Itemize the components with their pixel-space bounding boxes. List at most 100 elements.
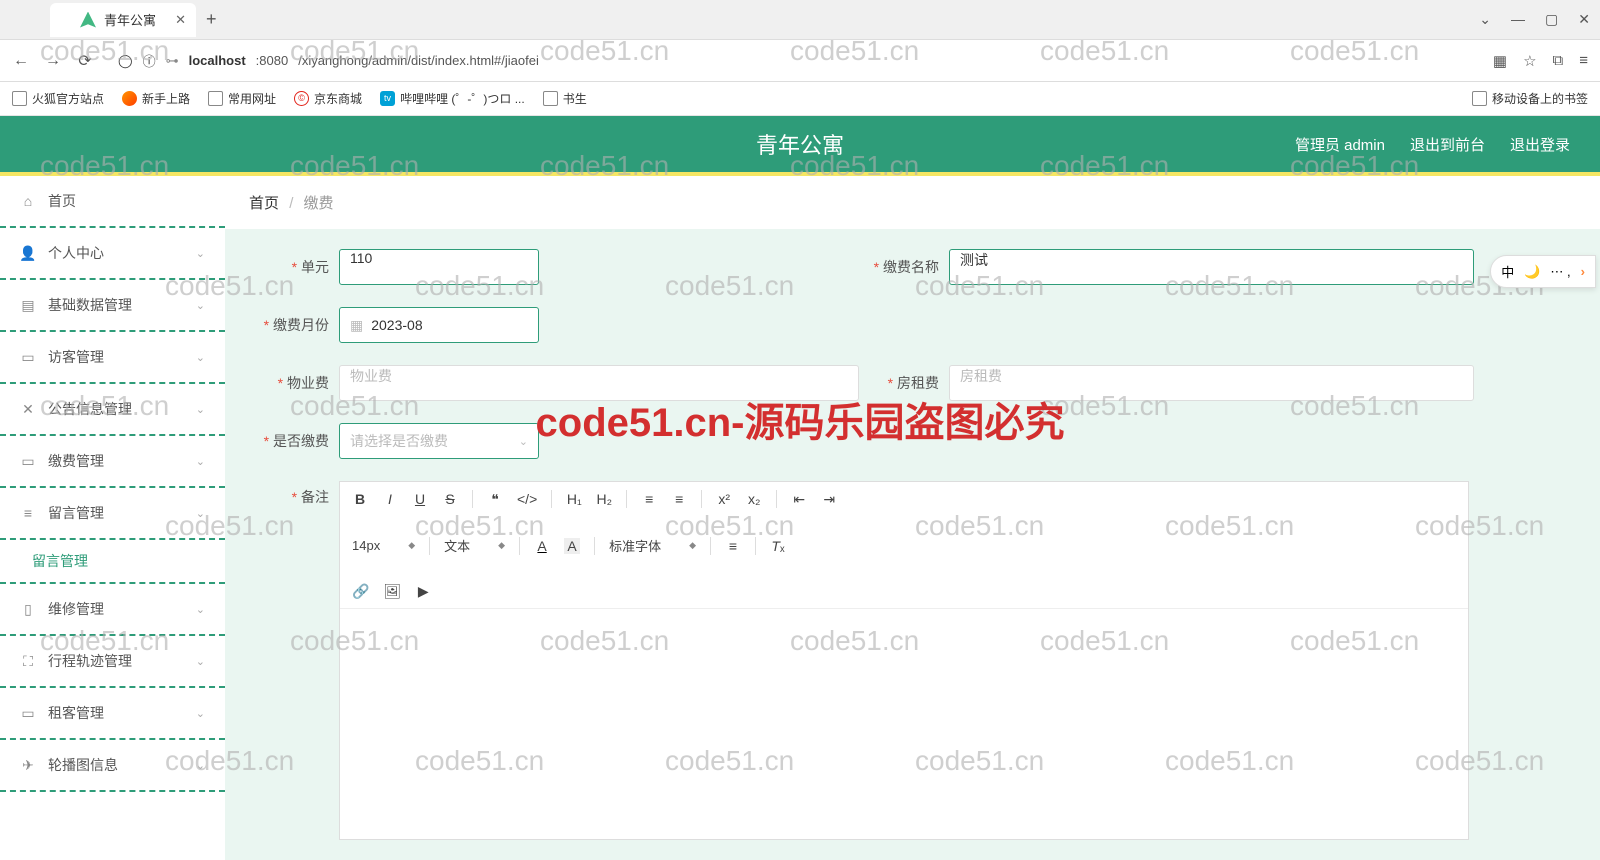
bookmark-item[interactable]: 常用网址 <box>208 90 276 107</box>
permissions-icon[interactable]: ⓘ <box>143 51 156 70</box>
menu-icon[interactable]: ≡ <box>1579 52 1588 70</box>
unit-input[interactable]: 110 <box>339 249 539 285</box>
tab-title: 青年公寓 <box>104 10 156 29</box>
chevron-down-icon: ⌄ <box>196 299 205 312</box>
minimize-icon[interactable]: — <box>1511 11 1525 28</box>
reload-icon[interactable]: ⟳ <box>76 51 94 71</box>
chevron-down-icon: ⌄ <box>196 247 205 260</box>
ime-float-tool[interactable]: 中 🌙 ⋯ , › <box>1490 255 1596 288</box>
sidebar-sub-message-manage[interactable]: 留言管理 <box>0 540 225 584</box>
editor-body[interactable] <box>340 609 1468 839</box>
forward-icon[interactable]: → <box>44 52 62 70</box>
bookmark-item[interactable]: 新手上路 <box>122 90 190 107</box>
extensions-icon[interactable]: ⧉ <box>1553 52 1564 70</box>
code-icon[interactable]: </> <box>517 491 537 507</box>
clear-format-icon[interactable]: Tₓ <box>770 538 786 554</box>
chevron-down-icon: ⌄ <box>196 655 205 668</box>
url-bar[interactable]: ◯ ⓘ ⊶ localhost:8080/xiyanghong/admin/di… <box>108 46 1479 76</box>
strike-icon[interactable]: S <box>442 491 458 507</box>
bookmark-item[interactable]: 书生 <box>543 90 587 107</box>
bold-icon[interactable]: B <box>352 491 368 507</box>
paid-select[interactable]: 请选择是否缴费 ⌄ <box>339 423 539 459</box>
quote-icon[interactable]: ❝ <box>487 491 503 508</box>
payment-name-input[interactable]: 测试 <box>949 249 1474 285</box>
url-path: /xiyanghong/admin/dist/index.html#/jiaof… <box>298 53 539 68</box>
sidebar-item-visitor[interactable]: ▭访客管理⌄ <box>0 332 225 384</box>
sidebar-item-track[interactable]: ⛶行程轨迹管理⌄ <box>0 636 225 688</box>
ul-icon[interactable]: ≡ <box>671 491 687 507</box>
mobile-bookmarks[interactable]: 移动设备上的书签 <box>1472 90 1588 107</box>
sidebar-item-basedata[interactable]: ▤基础数据管理⌄ <box>0 280 225 332</box>
moon-icon[interactable]: 🌙 <box>1524 264 1540 280</box>
sidebar-item-payment[interactable]: ▭缴费管理⌄ <box>0 436 225 488</box>
text-color-icon[interactable]: A <box>534 538 550 554</box>
h1-icon[interactable]: H₁ <box>566 491 582 507</box>
text-select[interactable]: 文本◆ <box>444 536 505 555</box>
bookmark-item[interactable]: 火狐官方站点 <box>12 90 104 107</box>
maximize-icon[interactable]: ▢ <box>1545 11 1558 28</box>
new-tab-button[interactable]: + <box>206 9 217 30</box>
property-fee-input[interactable]: 物业费 <box>339 365 859 401</box>
bookmark-item[interactable]: ©京东商城 <box>294 90 362 107</box>
close-window-icon[interactable]: ✕ <box>1578 11 1590 28</box>
back-icon[interactable]: ← <box>12 52 30 70</box>
sidebar: ⌂首页 👤个人中心⌄ ▤基础数据管理⌄ ▭访客管理⌄ ✕公告信息管理⌄ ▭缴费管… <box>0 176 225 860</box>
breadcrumb: 首页 / 缴费 <box>225 176 1600 229</box>
italic-icon[interactable]: I <box>382 491 398 507</box>
sidebar-item-home[interactable]: ⌂首页 <box>0 176 225 228</box>
shield-icon[interactable]: ◯ <box>118 53 133 69</box>
qr-icon[interactable]: ▦ <box>1493 52 1507 70</box>
clipboard-icon: ▭ <box>20 349 36 365</box>
chevron-down-icon: ⌄ <box>196 403 205 416</box>
sub-icon[interactable]: x₂ <box>746 491 762 507</box>
payment-form: 单元 110 缴费名称 测试 缴费月份 ▦ 2023-08 <box>225 229 1600 860</box>
chevron-down-icon: ⌄ <box>196 759 205 772</box>
rich-text-editor: B I U S ❝ </> H₁ H₂ ≡ ≡ x² <box>339 481 1469 840</box>
chevron-right-icon[interactable]: › <box>1581 264 1585 279</box>
rent-fee-label: 房租费 <box>859 373 949 393</box>
fontsize-select[interactable]: 14px◆ <box>352 538 415 553</box>
sidebar-item-carousel[interactable]: ✈轮播图信息⌄ <box>0 740 225 792</box>
link-icon[interactable]: 🔗 <box>352 583 369 600</box>
exit-to-front-button[interactable]: 退出到前台 <box>1410 134 1485 155</box>
unit-label: 单元 <box>249 257 339 277</box>
ol-icon[interactable]: ≡ <box>641 491 657 507</box>
bg-color-icon[interactable]: A <box>564 538 580 554</box>
editor-toolbar: B I U S ❝ </> H₁ H₂ ≡ ≡ x² <box>340 482 1468 609</box>
sidebar-item-profile[interactable]: 👤个人中心⌄ <box>0 228 225 280</box>
dots-icon[interactable]: ⋯ , <box>1550 264 1570 280</box>
underline-icon[interactable]: U <box>412 491 428 507</box>
video-icon[interactable]: ▶ <box>415 583 431 600</box>
bookmarks-bar: 火狐官方站点 新手上路 常用网址 ©京东商城 tv哔哩哔哩 (゜-゜)つロ ..… <box>0 82 1600 116</box>
month-input[interactable]: ▦ 2023-08 <box>339 307 539 343</box>
image-icon[interactable]: 🖼 <box>383 583 401 600</box>
sidebar-item-notice[interactable]: ✕公告信息管理⌄ <box>0 384 225 436</box>
bookmark-star-icon[interactable]: ☆ <box>1523 52 1536 70</box>
chevron-down-icon[interactable]: ⌄ <box>1479 11 1491 28</box>
font-family-select[interactable]: 标准字体◆ <box>609 536 696 555</box>
cancel-icon: ✕ <box>20 401 36 417</box>
rent-fee-input[interactable]: 房租费 <box>949 365 1474 401</box>
browser-tab[interactable]: 青年公寓 ✕ <box>50 3 196 37</box>
chevron-down-icon: ⌄ <box>196 707 205 720</box>
outdent-icon[interactable]: ⇤ <box>791 491 807 508</box>
chevron-down-icon: ⌄ <box>196 455 205 468</box>
h2-icon[interactable]: H₂ <box>596 491 612 507</box>
sidebar-item-message[interactable]: ≡留言管理⌄ <box>0 488 225 540</box>
align-icon[interactable]: ≡ <box>725 538 741 554</box>
breadcrumb-current: 缴费 <box>304 195 334 212</box>
paid-label: 是否缴费 <box>249 431 339 451</box>
sidebar-item-tenant[interactable]: ▭租客管理⌄ <box>0 688 225 740</box>
sup-icon[interactable]: x² <box>716 491 732 507</box>
close-tab-icon[interactable]: ✕ <box>175 12 186 28</box>
ime-lang[interactable]: 中 <box>1501 262 1514 281</box>
bookmark-item[interactable]: tv哔哩哔哩 (゜-゜)つロ ... <box>380 90 525 107</box>
indent-icon[interactable]: ⇥ <box>821 491 837 508</box>
home-icon: ⌂ <box>20 193 36 209</box>
breadcrumb-home[interactable]: 首页 <box>249 195 279 212</box>
url-host: localhost <box>189 53 246 68</box>
sidebar-item-repair[interactable]: ▯维修管理⌄ <box>0 584 225 636</box>
logout-button[interactable]: 退出登录 <box>1510 134 1570 155</box>
month-label: 缴费月份 <box>249 315 339 335</box>
admin-label[interactable]: 管理员 admin <box>1295 134 1385 155</box>
